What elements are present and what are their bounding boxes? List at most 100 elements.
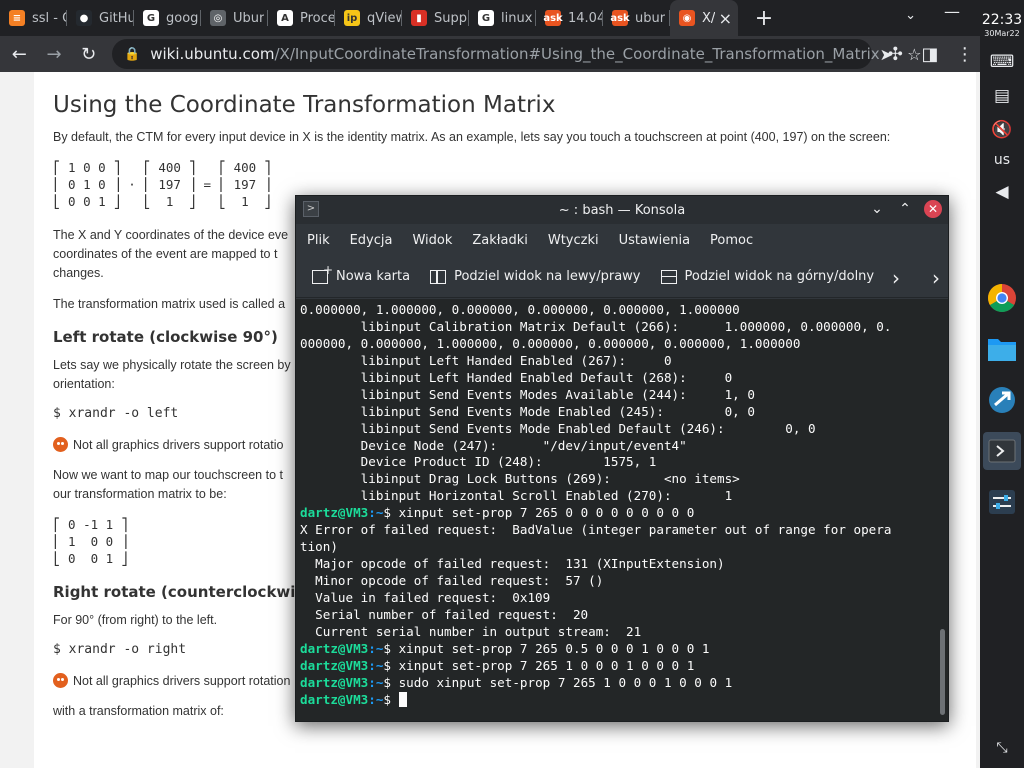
split-horizontal-icon [660,269,677,284]
collapse-arrow-icon[interactable]: ◀ [987,182,1017,202]
browser-tab[interactable]: Glinux [469,0,536,36]
keyboard-layout[interactable]: us [994,152,1010,168]
command-text: xinput set-prop 7 265 1 0 0 0 1 0 0 0 1 [398,657,695,673]
browser-tab[interactable]: ● GitHu [67,0,134,36]
browser-tab[interactable]: ask ubur [603,0,670,36]
files-app-icon[interactable] [983,330,1021,368]
address-bar[interactable]: 🔒 wiki.ubuntu.com/X/InputCoordinateTrans… [112,39,921,69]
chevron-right-icon[interactable]: › [892,266,900,290]
menu-item[interactable]: Zakładki [472,233,527,248]
left-line-1: Lets say we physically rotate the screen… [53,358,291,372]
maximize-chevron-icon[interactable]: ⌃ [896,201,914,217]
terminal-line: 000000, 0.000000, 1.000000, 0.000000, 0.… [300,335,801,351]
browser-toolbar: ← → ↻ 🔒 wiki.ubuntu.com/X/InputCoordinat… [0,36,980,72]
terminal-line: dartz@VM3:~$ xinput set-prop 7 265 1 0 0… [300,658,944,675]
tab-title: goog [166,10,199,26]
back-button[interactable]: ← [4,38,35,70]
browser-tab[interactable]: ◎ Ubur [201,0,268,36]
konsole-app-icon[interactable] [983,432,1021,470]
globe-arrow-icon [989,387,1015,413]
chevron-right-icon[interactable]: › [932,266,940,290]
browser-tab[interactable]: ask 14.04 [536,0,603,36]
terminal-line: 0.000000, 1.000000, 0.000000, 0.000000, … [300,302,740,317]
clock-date: 30Mar22 [984,29,1020,38]
page-title: Using the Coordinate Transformation Matr… [53,92,556,118]
browser-tab[interactable]: ip qView [335,0,402,36]
terminal-line: Device Node (247): "/dev/input/event4" [300,437,687,453]
chrome-app-icon[interactable] [983,279,1021,317]
forward-button[interactable]: → [39,38,70,70]
window-minimize-icon[interactable]: — [944,2,960,21]
map-line-1: Now we want to map our touchscreen to t [53,468,283,482]
warning-icon [53,673,68,688]
url-host: wiki.ubuntu.com [150,45,275,63]
menu-item[interactable]: Widok [412,233,452,248]
split-left-right-button[interactable]: Podziel widok na lewy/prawy [430,269,641,284]
tab-search-chevron-icon[interactable]: ⌄ [905,8,916,23]
terminal-line: tion) [300,539,338,555]
terminal-line: X Error of failed request: BadValue (int… [300,522,892,538]
menu-item[interactable]: Plik [307,233,330,248]
browser-tab[interactable]: ▮ Supp [402,0,469,36]
prompt-user: dartz@VM3 [300,657,369,673]
letter-a-icon: A [277,10,293,26]
konsole-window[interactable]: > ~ : bash — Konsola ⌄ ⌃ ✕ Plik Edycja Wid… [295,195,949,722]
prompt-symbol: $ [383,674,399,690]
prompt-symbol: $ [383,505,399,521]
browser-tab[interactable]: Ggoog [134,0,201,36]
konsole-title: ~ : bash — Konsola [558,202,686,218]
tab-title: Proce [300,10,335,26]
browser-tab[interactable]: ◉ X/× [670,0,738,36]
close-icon[interactable]: ✕ [924,200,942,218]
speaker-muted-icon[interactable]: 🔇 [987,120,1017,140]
map-line-2: our transformation matrix to be: [53,487,227,501]
command-text: xinput set-prop 7 265 0.5 0 0 0 1 0 0 0 … [398,640,710,656]
close-tab-icon[interactable]: × [719,9,732,28]
new-tab-button[interactable]: Nowa karta [312,263,410,284]
split-vertical-icon [430,269,447,284]
konsole-app-icon[interactable]: > [303,201,319,217]
terminal-output[interactable]: 0.000000, 1.000000, 0.000000, 0.000000, … [296,299,948,721]
text-cursor [398,691,407,707]
terminal-scrollbar[interactable] [940,629,945,715]
minimize-chevron-icon[interactable]: ⌄ [868,201,886,217]
new-tab-plus-icon[interactable]: + [752,6,776,31]
expand-arrows-icon[interactable]: ⤡ [996,740,1007,756]
keyboard-icon[interactable]: ⌨ [987,52,1017,72]
terminal-line: libinput Drag Lock Buttons (269): <no it… [300,471,740,487]
clipboard-icon[interactable]: ▤ [987,86,1017,106]
menu-item[interactable]: Pomoc [710,233,753,248]
terminal-line: libinput Send Events Modes Available (24… [300,386,755,402]
prompt-path: :~ [368,674,384,690]
clock-time[interactable]: 22:33 [982,12,1022,28]
browser-tab[interactable]: A Proce [268,0,335,36]
web-app-icon[interactable] [983,381,1021,419]
konsole-menubar: Plik Edycja Widok Zakładki Wtyczki Ustawienia… [296,224,948,256]
settings-app-icon[interactable] [983,483,1021,521]
prompt-symbol: $ [383,657,399,673]
browser-tab[interactable]: ≡ ssl - C [0,0,67,36]
reload-button[interactable]: ↻ [73,38,104,70]
menu-kebab-icon[interactable]: ⋮ [949,38,980,70]
terminal-line: dartz@VM3:~$ sudo xinput set-prop 7 265 … [300,675,944,692]
menu-item[interactable]: Edycja [350,233,393,248]
terminal-line: Device Product ID (248): 1575, 1 [300,454,657,470]
menu-item[interactable]: Wtyczki [548,233,599,248]
chrome-icon [988,284,1016,312]
intro-paragraph: By default, the CTM for every input devi… [53,130,891,144]
terminal-lines: 0.000000, 1.000000, 0.000000, 0.000000, … [296,299,948,709]
menu-item[interactable]: Ustawienia [619,233,690,248]
split-top-bottom-button[interactable]: Podziel widok na górny/dolny [660,269,874,284]
terminal-line: libinput Send Events Mode Enabled (245):… [300,403,755,419]
extensions-puzzle-icon[interactable]: ✣ [880,38,911,70]
konsole-titlebar[interactable]: > ~ : bash — Konsola ⌄ ⌃ ✕ [296,196,948,224]
prompt-path: :~ [368,505,384,521]
prompt-user: dartz@VM3 [300,505,369,521]
tab-title: qView [367,10,402,26]
iplocation-icon: ip [344,10,360,26]
side-panel-icon[interactable]: ◨ [915,38,946,70]
askubuntu-icon: ask [610,10,630,26]
lock-icon: 🔒 [124,46,141,62]
terminal-line: libinput Send Events Mode Enabled Defaul… [300,420,816,436]
prompt-path: :~ [368,657,384,673]
